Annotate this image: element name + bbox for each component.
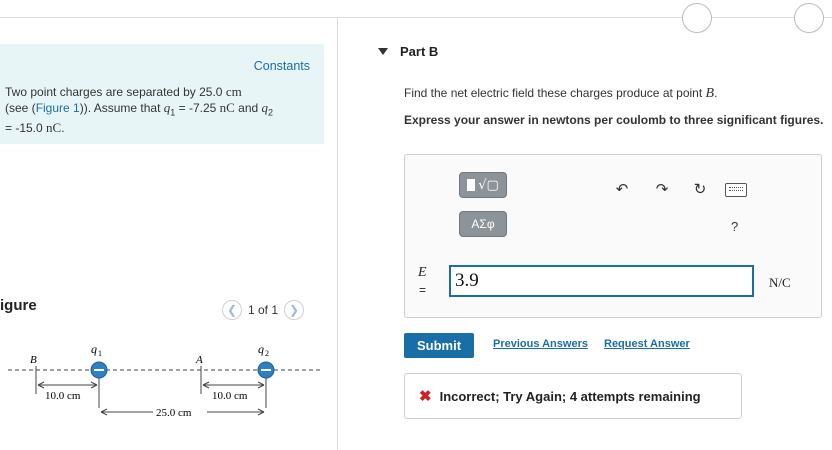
problem-intro-box: Constants Two point charges are separate… xyxy=(0,44,324,144)
figure-pager: ❮ 1 of 1 ❯ xyxy=(222,299,305,321)
keyboard-icon[interactable] xyxy=(725,183,747,197)
charges-figure: q 1 q 2 B A 10.0 cm 10.0 cm 25.0 cm xyxy=(8,342,320,419)
error-x-icon: ✖ xyxy=(419,388,432,405)
q2-value: = -15.0 xyxy=(5,121,47,136)
greek-symbols-button[interactable]: ΑΣφ xyxy=(459,211,507,237)
square-icon xyxy=(467,179,476,191)
question-text: Find the net electric field these charge… xyxy=(404,86,717,102)
question-post: . xyxy=(714,86,718,100)
q2-subscript: 2 xyxy=(268,107,274,118)
radical-icon: √▢ xyxy=(478,177,499,193)
next-figure-button[interactable]: ❯ xyxy=(284,300,305,320)
figure-link[interactable]: Figure 1 xyxy=(36,101,80,115)
q2-label: q xyxy=(258,342,264,356)
q1-label: q xyxy=(91,342,97,356)
answer-unit: N/C xyxy=(769,275,791,290)
feedback-box: ✖ Incorrect; Try Again; 4 attempts remai… xyxy=(404,373,742,419)
answer-equals: = xyxy=(419,283,427,297)
part-header[interactable]: Part B xyxy=(378,44,438,59)
submit-button[interactable]: Submit xyxy=(404,333,474,358)
undo-icon[interactable]: ↶ xyxy=(613,180,631,198)
top-divider xyxy=(0,3,832,33)
math-template-button[interactable]: √▢ xyxy=(459,172,507,198)
q2-label-sub: 2 xyxy=(265,349,269,358)
prev-figure-button[interactable]: ❮ xyxy=(222,300,242,320)
dim-label-2: 10.0 cm xyxy=(212,390,248,402)
answer-box: √▢ ΑΣφ ↶ ↷ ↻ ? E = 3.9 N/C xyxy=(404,154,822,318)
reset-icon[interactable]: ↻ xyxy=(691,180,709,198)
dim-label-1: 10.0 cm xyxy=(45,390,81,402)
point-b-label: B xyxy=(30,354,37,366)
q1-label-sub: 1 xyxy=(98,349,102,358)
intro-text-1: Two point charges are separated by 25.0 xyxy=(5,85,226,99)
dim-label-3: 25.0 cm xyxy=(156,407,192,419)
unit-cm: cm xyxy=(225,84,242,99)
answer-instruction: Express your answer in newtons per coulo… xyxy=(404,113,824,127)
question-var: B xyxy=(705,86,715,101)
problem-statement: Two point charges are separated by 25.0 … xyxy=(5,84,320,136)
top-control-circle[interactable] xyxy=(794,3,824,33)
page-indicator: 1 of 1 xyxy=(248,303,279,317)
figure-title: igure xyxy=(0,297,37,314)
unit-nc: nC xyxy=(46,120,62,136)
charge-q1-minus xyxy=(94,369,104,371)
intro-and: and xyxy=(234,101,262,115)
q1-value: = -7.25 xyxy=(175,101,220,115)
previous-answers-link[interactable]: Previous Answers xyxy=(493,338,588,350)
part-label: Part B xyxy=(400,44,439,59)
help-button[interactable]: ? xyxy=(731,219,738,234)
intro-text-2: (see ( xyxy=(5,101,36,115)
intro-text-3: )). Assume that xyxy=(79,101,164,115)
intro-end: . xyxy=(61,121,65,136)
top-control-circle[interactable] xyxy=(682,3,712,33)
charge-q2-minus xyxy=(261,369,271,371)
request-answer-link[interactable]: Request Answer xyxy=(604,338,690,350)
question-pre: Find the net electric field these charge… xyxy=(404,86,706,100)
point-a-label: A xyxy=(195,354,203,366)
feedback-text: Incorrect; Try Again; 4 attempts remaini… xyxy=(439,388,701,404)
unit-nc: nC xyxy=(219,100,235,115)
answer-input[interactable]: 3.9 xyxy=(449,265,754,297)
column-divider xyxy=(337,17,338,450)
answer-variable: E xyxy=(418,265,427,280)
redo-icon[interactable]: ↷ xyxy=(653,180,671,198)
constants-link[interactable]: Constants xyxy=(254,59,310,73)
collapse-triangle-icon[interactable] xyxy=(378,48,388,55)
